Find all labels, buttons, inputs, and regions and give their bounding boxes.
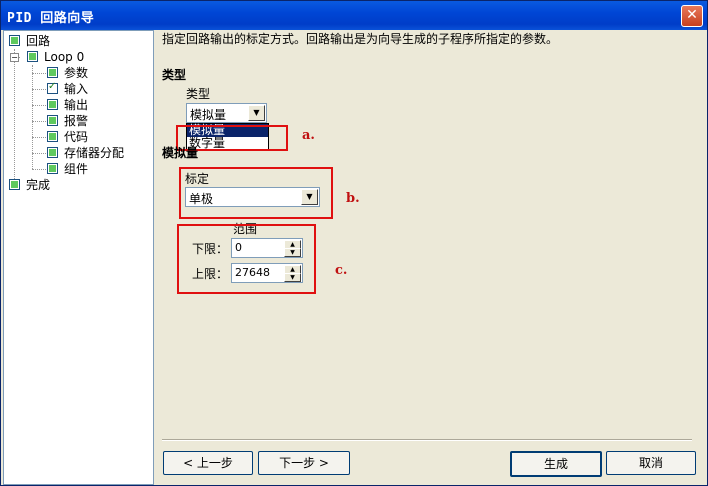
type-select-value: 模拟量 bbox=[190, 108, 227, 122]
tree-item-input[interactable]: 输入 bbox=[47, 79, 88, 97]
title-bar: PID 回路向导 ✕ bbox=[1, 1, 707, 30]
tree-item-memory[interactable]: 存储器分配 bbox=[47, 145, 124, 161]
window-title: PID 回路向导 bbox=[7, 11, 95, 26]
spin-down-icon[interactable]: ▼ bbox=[284, 273, 301, 282]
previous-button[interactable]: < 上一步 bbox=[163, 451, 253, 475]
analog-section-heading: 模拟量 bbox=[162, 146, 199, 160]
scale-label: 标定 bbox=[185, 172, 210, 186]
next-button[interactable]: 下一步 > bbox=[258, 451, 350, 475]
type-label: 类型 bbox=[186, 87, 211, 101]
main-panel: 指定回路输出的标定方式。回路输出是为向导生成的子程序所指定的参数。 类型 类型 … bbox=[154, 30, 707, 485]
tree-item-finish[interactable]: 完成 bbox=[9, 177, 50, 193]
type-select[interactable]: 模拟量 ▼ bbox=[186, 103, 267, 123]
status-checkbox-icon bbox=[47, 163, 58, 174]
tree-connector bbox=[32, 153, 46, 154]
lower-limit-input[interactable]: 0 ▲ ▼ bbox=[231, 238, 303, 258]
page-description: 指定回路输出的标定方式。回路输出是为向导生成的子程序所指定的参数。 bbox=[162, 32, 559, 46]
tree-item-code[interactable]: 代码 bbox=[47, 129, 88, 145]
status-checkbox-icon bbox=[47, 67, 58, 78]
button-separator bbox=[162, 439, 692, 441]
scale-select[interactable]: 单极 ▼ bbox=[185, 187, 320, 207]
status-checkbox-icon bbox=[47, 131, 58, 142]
tree-item-loop0[interactable]: Loop 0 bbox=[27, 49, 84, 65]
tree-item-components[interactable]: 组件 bbox=[47, 161, 88, 177]
generate-button[interactable]: 生成 bbox=[510, 451, 602, 477]
lower-limit-label: 下限： bbox=[192, 242, 229, 256]
collapse-icon[interactable]: − bbox=[10, 53, 19, 62]
status-checkbox-icon bbox=[27, 51, 38, 62]
tree-connector bbox=[32, 73, 46, 74]
status-checkbox-icon bbox=[47, 147, 58, 158]
wizard-tree: 回路 − Loop 0 参数 输入 输出 报警 代码 存储器分配 组件 完成 bbox=[3, 30, 154, 485]
type-section-heading: 类型 bbox=[162, 68, 187, 82]
chevron-down-icon[interactable]: ▼ bbox=[248, 105, 265, 121]
upper-limit-input[interactable]: 27648 ▲ ▼ bbox=[231, 263, 303, 283]
chevron-down-icon[interactable]: ▼ bbox=[301, 189, 318, 205]
status-checkbox-icon bbox=[9, 179, 20, 190]
tree-connector bbox=[32, 137, 46, 138]
wizard-window: PID 回路向导 ✕ 回路 − Loop 0 参数 输入 输出 bbox=[0, 0, 708, 486]
status-checkbox-icon bbox=[47, 115, 58, 126]
close-icon: ✕ bbox=[686, 7, 698, 23]
scale-select-value: 单极 bbox=[189, 192, 214, 206]
checked-checkbox-icon bbox=[47, 79, 58, 95]
tree-item-alarm[interactable]: 报警 bbox=[47, 113, 88, 129]
tree-connector bbox=[14, 49, 15, 185]
annotation-box-c bbox=[177, 224, 316, 294]
tree-item-root[interactable]: 回路 bbox=[9, 33, 50, 49]
close-button[interactable]: ✕ bbox=[681, 5, 703, 27]
cancel-button[interactable]: 取消 bbox=[606, 451, 696, 475]
annotation-label-b: b. bbox=[346, 191, 360, 206]
tree-connector bbox=[32, 169, 46, 170]
status-checkbox-icon bbox=[47, 99, 58, 110]
upper-limit-label: 上限： bbox=[192, 267, 229, 281]
status-checkbox-icon bbox=[9, 35, 20, 46]
annotation-label-c: c. bbox=[335, 263, 348, 278]
tree-connector bbox=[32, 89, 46, 90]
tree-item-output[interactable]: 输出 bbox=[47, 97, 89, 113]
tree-connector bbox=[32, 105, 46, 106]
tree-connector bbox=[32, 121, 46, 122]
annotation-label-a: a. bbox=[302, 128, 315, 143]
spin-down-icon[interactable]: ▼ bbox=[284, 248, 301, 257]
